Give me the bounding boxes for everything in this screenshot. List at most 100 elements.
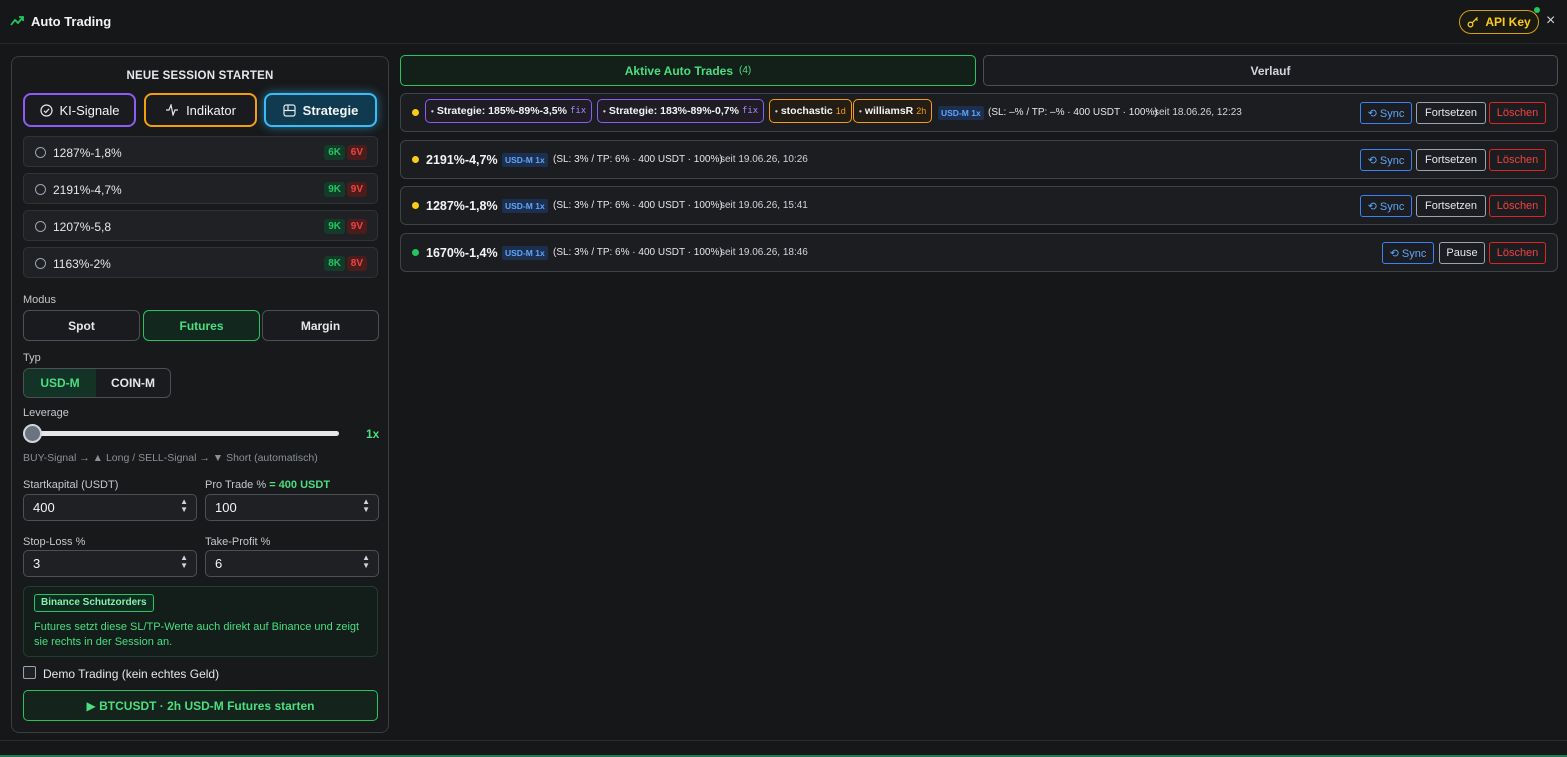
demo-trading-label: Demo Trading (kein echtes Geld): [43, 667, 220, 681]
startkapital-value: 400: [33, 500, 55, 515]
fortsetzen-button[interactable]: Fortsetzen: [1416, 149, 1486, 171]
activity-icon: [166, 104, 179, 116]
startkapital-input[interactable]: 400 ▲ ▼: [23, 494, 197, 521]
chip-suffix: fix: [741, 106, 759, 116]
trade-params: (SL: 3% / TP: 6% · 400 USDT · 100%): [553, 247, 723, 258]
signal-hint: BUY-Signal → ▲ Long / SELL-Signal → ▼ Sh…: [23, 452, 318, 464]
strategy-radio[interactable]: [35, 147, 46, 158]
strategy-item[interactable]: 2191%-4,7% 9K 9V: [23, 173, 378, 204]
trade-name: 2191%-4,7%: [426, 153, 498, 167]
strategy-radio[interactable]: [35, 221, 46, 232]
status-dot: [412, 109, 419, 116]
trade-row: 1287%-1,8% USD-M 1x (SL: 3% / TP: 6% · 4…: [400, 186, 1558, 225]
market-tag: USD-M 1x: [938, 106, 984, 120]
sync-button[interactable]: ⟲ Sync: [1360, 102, 1412, 124]
api-key-label: API Key: [1485, 15, 1531, 29]
pro-trade-label: Pro Trade %: [205, 479, 267, 491]
trade-since: seit 19.06.26, 18:46: [720, 247, 808, 258]
mode-spot-button[interactable]: Spot: [23, 310, 140, 341]
sync-button[interactable]: ⟲ Sync: [1360, 195, 1412, 217]
strategy-v-badge: 8V: [346, 256, 367, 271]
start-session-button[interactable]: ▶ BTCUSDT · 2h USD-M Futures starten: [23, 690, 378, 721]
trade-params: (SL: –% / TP: –% · 400 USDT · 100%): [988, 107, 1158, 118]
take-profit-input[interactable]: 6 ▲ ▼: [205, 550, 379, 577]
strategy-radio[interactable]: [35, 258, 46, 269]
footer-divider: [0, 740, 1567, 741]
modus-label: Modus: [23, 294, 57, 306]
loeschen-button[interactable]: Löschen: [1489, 149, 1546, 171]
mode-margin-button[interactable]: Margin: [262, 310, 379, 341]
strategy-item[interactable]: 1163%-2% 8K 8V: [23, 247, 378, 278]
strategy-label: 1207%-5,8: [53, 220, 112, 234]
strategy-v-badge: 9V: [346, 219, 367, 234]
layout-icon: [283, 103, 296, 117]
trade-params: (SL: 3% / TP: 6% · 400 USDT · 100%): [553, 154, 723, 165]
tab-active-label: Aktive Auto Trades: [624, 63, 734, 78]
strategy-v-badge: 6V: [346, 145, 367, 160]
tab-aktive-auto-trades[interactable]: Aktive Auto Trades (4): [400, 55, 976, 86]
trade-since: seit 19.06.26, 15:41: [720, 200, 808, 211]
demo-trading-checkbox[interactable]: [23, 666, 36, 679]
strategy-item[interactable]: 1207%-5,8 9K 9V: [23, 210, 378, 241]
type-coin-m-button[interactable]: COIN-M: [96, 369, 170, 397]
sync-button[interactable]: ⟲ Sync: [1382, 242, 1434, 264]
fortsetzen-button[interactable]: Fortsetzen: [1416, 102, 1486, 124]
strategy-radio[interactable]: [35, 184, 46, 195]
chip-label: Strategie: 183%-89%-0,7%: [608, 105, 739, 117]
source-indikator-button[interactable]: Indikator: [144, 93, 257, 127]
loeschen-button[interactable]: Löschen: [1489, 242, 1546, 264]
api-key-button[interactable]: API Key: [1459, 10, 1539, 34]
market-tag: USD-M 1x: [502, 153, 548, 167]
type-usd-m-button[interactable]: USD-M: [24, 369, 96, 397]
trade-name: 1287%-1,8%: [426, 199, 498, 213]
strategy-k-badge: 8K: [324, 256, 345, 271]
new-session-heading: NEUE SESSION STARTEN: [126, 70, 274, 82]
source-ki-label: KI-Signale: [59, 102, 120, 118]
pro-trade-value: 100: [215, 500, 237, 515]
fortsetzen-button[interactable]: Fortsetzen: [1416, 195, 1486, 217]
leverage-slider-thumb[interactable]: [23, 424, 42, 443]
sync-button[interactable]: ⟲ Sync: [1360, 149, 1412, 171]
leverage-value: 1x: [366, 427, 380, 441]
close-icon[interactable]: ×: [1546, 13, 1555, 29]
window-title: Auto Trading: [31, 14, 112, 29]
check-circle-icon: [39, 103, 53, 117]
chip-suffix: fix: [569, 106, 587, 116]
tab-verlauf[interactable]: Verlauf: [983, 55, 1558, 86]
chip-suffix: 2h: [916, 106, 927, 116]
source-ki-signale-button[interactable]: KI-Signale: [23, 93, 136, 127]
source-indikator-label: Indikator: [186, 102, 236, 118]
indicator-chip: • stochastic 1d: [769, 99, 852, 123]
stepper-icon[interactable]: ▲ ▼: [180, 498, 188, 514]
indicator-chip: • williamsR 2h: [853, 99, 933, 123]
type-toggle-group: USD-M COIN-M: [23, 368, 171, 398]
binance-info-text: Futures setzt diese SL/TP-Werte auch dir…: [34, 621, 360, 648]
stepper-icon[interactable]: ▲ ▼: [180, 554, 188, 570]
loeschen-button[interactable]: Löschen: [1489, 195, 1546, 217]
pro-trade-input[interactable]: 100 ▲ ▼: [205, 494, 379, 521]
strategy-k-badge: 6K: [324, 145, 345, 160]
trade-since: seit 19.06.26, 10:26: [720, 154, 808, 165]
binance-schutzorders-badge: Binance Schutzorders: [34, 594, 154, 612]
pause-button[interactable]: Pause: [1439, 242, 1485, 264]
trade-row: • Strategie: 185%-89%-3,5% fix • Strategie:…: [400, 93, 1558, 132]
source-strategie-label: Strategie: [302, 102, 359, 118]
status-dot: [412, 156, 419, 163]
stepper-icon[interactable]: ▲ ▼: [362, 498, 370, 514]
take-profit-value: 6: [215, 556, 223, 571]
strategy-k-badge: 9K: [324, 182, 345, 197]
strategy-label: 1163%-2%: [53, 257, 111, 271]
loeschen-button[interactable]: Löschen: [1489, 102, 1546, 124]
source-strategie-button[interactable]: Strategie: [264, 93, 377, 127]
typ-label: Typ: [23, 352, 41, 364]
mode-futures-button[interactable]: Futures: [143, 310, 260, 341]
strategy-chip: • Strategie: 185%-89%-3,5% fix: [425, 99, 593, 123]
market-tag: USD-M 1x: [502, 246, 548, 260]
pro-trade-label-group: Pro Trade % = 400 USDT: [205, 479, 330, 491]
strategy-item[interactable]: 1287%-1,8% 6K 6V: [23, 136, 378, 167]
stop-loss-input[interactable]: 3 ▲ ▼: [23, 550, 197, 577]
take-profit-label: Take-Profit %: [205, 536, 271, 548]
stepper-icon[interactable]: ▲ ▼: [362, 554, 370, 570]
leverage-slider-track[interactable]: [23, 431, 339, 436]
trade-params: (SL: 3% / TP: 6% · 400 USDT · 100%): [553, 200, 723, 211]
